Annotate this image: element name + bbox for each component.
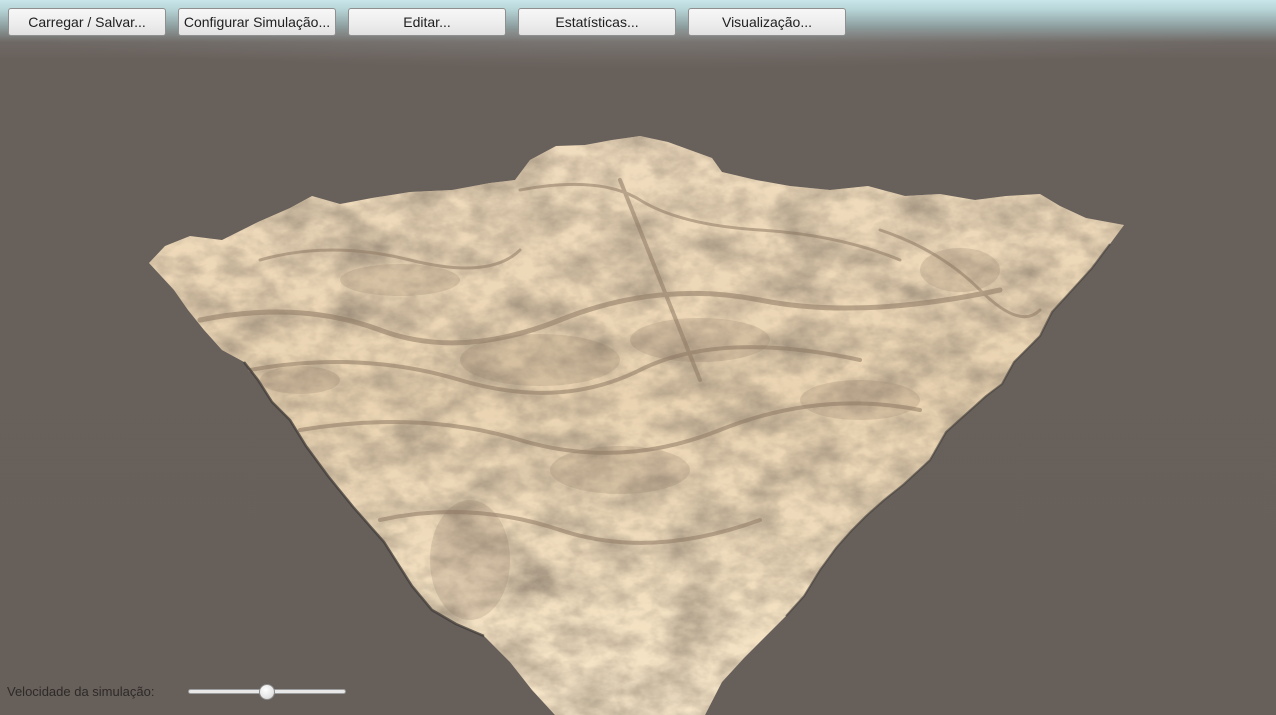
simulation-viewport[interactable]: Carregar / Salvar... Configurar Simulaçã…: [0, 0, 1276, 715]
top-toolbar: Carregar / Salvar... Configurar Simulaçã…: [0, 0, 1276, 44]
load-save-button[interactable]: Carregar / Salvar...: [8, 8, 166, 36]
edit-button[interactable]: Editar...: [348, 8, 506, 36]
simulation-speed-slider[interactable]: [188, 684, 346, 700]
visualization-button[interactable]: Visualização...: [688, 8, 846, 36]
simulation-speed-slider-thumb[interactable]: [259, 684, 275, 700]
simulation-speed-label: Velocidade da simulação:: [7, 684, 155, 699]
terrain-mesh[interactable]: [0, 0, 1276, 715]
configure-simulation-button[interactable]: Configurar Simulação...: [178, 8, 336, 36]
statistics-button[interactable]: Estatísticas...: [518, 8, 676, 36]
